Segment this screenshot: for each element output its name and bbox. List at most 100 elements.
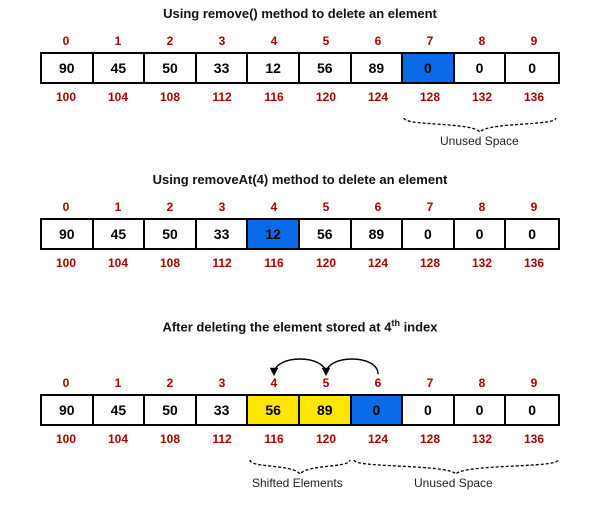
idx: 5 (300, 34, 352, 48)
addr: 108 (144, 256, 196, 270)
idx: 4 (248, 200, 300, 214)
cell-row-1: 90 45 50 33 12 56 89 0 0 0 (40, 52, 560, 84)
addr: 100 (40, 90, 92, 104)
addr: 108 (144, 432, 196, 446)
section-removeAt: Using removeAt(4) method to delete an el… (0, 172, 600, 187)
brace-shifted (248, 458, 352, 476)
cell: 45 (94, 396, 146, 424)
addr: 112 (196, 256, 248, 270)
idx: 1 (92, 376, 144, 390)
addr: 100 (40, 256, 92, 270)
addr: 124 (352, 90, 404, 104)
shift-arrows (40, 348, 560, 378)
addr: 128 (404, 90, 456, 104)
cell: 90 (42, 396, 94, 424)
cell: 90 (42, 220, 94, 248)
brace-unused-3 (352, 458, 560, 476)
cell-highlight: 12 (248, 220, 300, 248)
idx: 9 (508, 34, 560, 48)
addr: 136 (508, 256, 560, 270)
cell: 0 (403, 396, 455, 424)
cell: 0 (506, 220, 558, 248)
cell: 0 (455, 220, 507, 248)
cell: 0 (455, 54, 507, 82)
addr: 136 (508, 432, 560, 446)
idx: 8 (456, 34, 508, 48)
addr: 124 (352, 432, 404, 446)
addr: 108 (144, 90, 196, 104)
cell: 0 (455, 396, 507, 424)
section-after: After deleting the element stored at 4th… (0, 318, 600, 334)
addr: 104 (92, 432, 144, 446)
cell: 33 (197, 54, 249, 82)
array-after: 0 1 2 3 4 5 6 7 8 9 90 45 50 33 56 89 0 … (40, 376, 560, 446)
addr: 104 (92, 256, 144, 270)
cell: 89 (352, 54, 404, 82)
array-removeAt: 0 1 2 3 4 5 6 7 8 9 90 45 50 33 12 56 89… (40, 200, 560, 270)
label-unused-3: Unused Space (414, 476, 493, 490)
brace-unused-1 (402, 116, 558, 134)
cell-shifted: 89 (300, 396, 352, 424)
idx: 2 (144, 200, 196, 214)
idx: 9 (508, 376, 560, 390)
caption-removeAt: Using removeAt(4) method to delete an el… (0, 172, 600, 187)
addr: 124 (352, 256, 404, 270)
caption-remove: Using remove() method to delete an eleme… (0, 6, 600, 21)
cell-highlight: 0 (403, 54, 455, 82)
idx: 0 (40, 376, 92, 390)
idx: 4 (248, 376, 300, 390)
addr: 132 (456, 256, 508, 270)
cell: 50 (145, 220, 197, 248)
idx: 4 (248, 34, 300, 48)
cell: 12 (248, 54, 300, 82)
addr: 112 (196, 432, 248, 446)
cell-shifted: 56 (248, 396, 300, 424)
addr: 136 (508, 90, 560, 104)
idx: 5 (300, 376, 352, 390)
cell: 45 (94, 54, 146, 82)
idx: 0 (40, 200, 92, 214)
idx: 7 (404, 376, 456, 390)
cell-highlight: 0 (352, 396, 404, 424)
cell: 0 (506, 54, 558, 82)
index-row-2: 0 1 2 3 4 5 6 7 8 9 (40, 200, 560, 214)
idx: 7 (404, 34, 456, 48)
cell: 33 (197, 396, 249, 424)
index-row-3: 0 1 2 3 4 5 6 7 8 9 (40, 376, 560, 390)
cell: 56 (300, 220, 352, 248)
idx: 2 (144, 34, 196, 48)
addr: 116 (248, 256, 300, 270)
idx: 6 (352, 34, 404, 48)
idx: 2 (144, 376, 196, 390)
cell-row-2: 90 45 50 33 12 56 89 0 0 0 (40, 218, 560, 250)
cell: 56 (300, 54, 352, 82)
cell: 33 (197, 220, 249, 248)
addr: 104 (92, 90, 144, 104)
address-row-2: 100 104 108 112 116 120 124 128 132 136 (40, 256, 560, 270)
addr: 100 (40, 432, 92, 446)
cell: 89 (352, 220, 404, 248)
cell: 50 (145, 396, 197, 424)
idx: 3 (196, 200, 248, 214)
idx: 6 (352, 200, 404, 214)
idx: 8 (456, 376, 508, 390)
addr: 116 (248, 90, 300, 104)
addr: 120 (300, 256, 352, 270)
section-remove: Using remove() method to delete an eleme… (0, 6, 600, 21)
idx: 5 (300, 200, 352, 214)
page-root: Using remove() method to delete an eleme… (0, 0, 600, 514)
addr: 128 (404, 256, 456, 270)
idx: 3 (196, 34, 248, 48)
idx: 7 (404, 200, 456, 214)
cell: 0 (403, 220, 455, 248)
addr: 120 (300, 90, 352, 104)
cell: 90 (42, 54, 94, 82)
idx: 1 (92, 34, 144, 48)
cell: 50 (145, 54, 197, 82)
address-row-3: 100 104 108 112 116 120 124 128 132 136 (40, 432, 560, 446)
idx: 9 (508, 200, 560, 214)
addr: 132 (456, 90, 508, 104)
idx: 3 (196, 376, 248, 390)
idx: 6 (352, 376, 404, 390)
addr: 128 (404, 432, 456, 446)
